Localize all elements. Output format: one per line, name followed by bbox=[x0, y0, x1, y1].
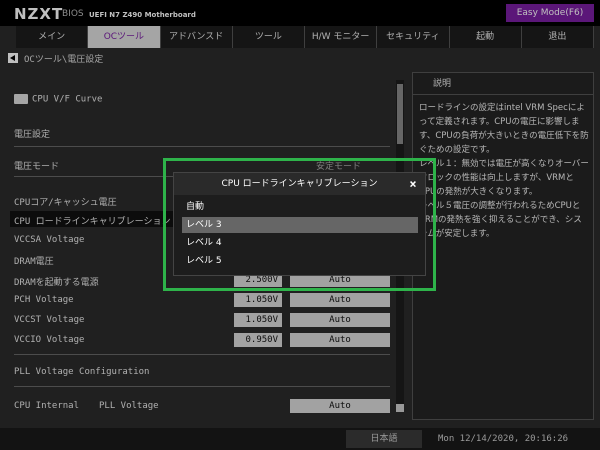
annotation-highlight-box bbox=[163, 158, 436, 291]
